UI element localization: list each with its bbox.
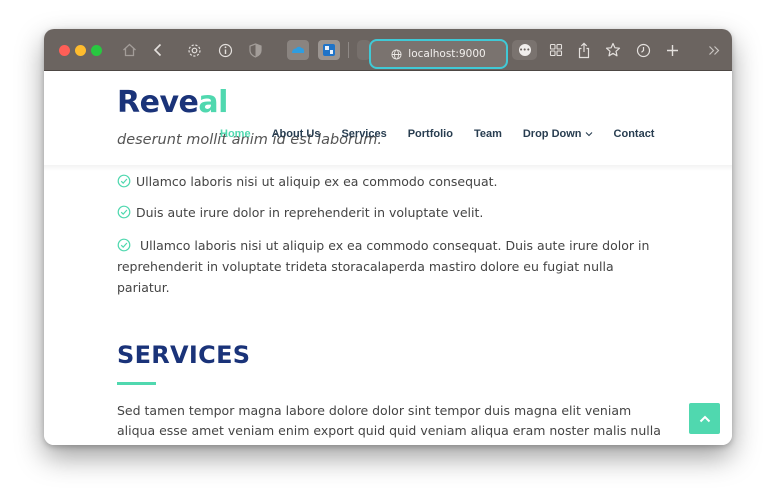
web-page: Reveal deserunt mollit anim id est labor… bbox=[44, 71, 732, 445]
check-circle-icon bbox=[117, 238, 131, 252]
more-icon[interactable]: ••• bbox=[512, 40, 537, 60]
checklist-text: Ullamco laboris nisi ut aliquip ex ea co… bbox=[117, 238, 650, 295]
minimize-window-button[interactable] bbox=[75, 45, 86, 56]
nav-home[interactable]: Home bbox=[220, 128, 251, 140]
check-circle-icon bbox=[117, 174, 131, 188]
cloud-extension-icon[interactable] bbox=[287, 40, 309, 60]
info-icon[interactable] bbox=[216, 39, 234, 61]
tab-overview-icon[interactable] bbox=[547, 39, 565, 61]
chevron-down-icon bbox=[585, 132, 592, 137]
chevron-double-right-icon[interactable] bbox=[706, 39, 722, 61]
blue-extension-icon[interactable] bbox=[318, 40, 340, 60]
toolbar-separator bbox=[348, 42, 349, 58]
nav-drop-down[interactable]: Drop Down bbox=[523, 128, 593, 140]
services-description: Sed tamen tempor magna labore dolore dol… bbox=[117, 403, 661, 445]
zoom-window-button[interactable] bbox=[91, 45, 102, 56]
services-heading: SERVICES bbox=[117, 341, 251, 369]
settings-icon[interactable] bbox=[185, 39, 203, 61]
close-window-button[interactable] bbox=[59, 45, 70, 56]
shield-icon[interactable] bbox=[246, 39, 264, 61]
nav-contact[interactable]: Contact bbox=[614, 128, 655, 140]
address-bar[interactable]: localhost:9000 bbox=[369, 39, 508, 69]
share-icon[interactable] bbox=[575, 39, 593, 61]
browser-toolbar: localhost:9000 ••• bbox=[44, 29, 732, 71]
bookmark-star-icon[interactable] bbox=[604, 39, 622, 61]
home-icon[interactable] bbox=[120, 39, 138, 61]
header-shadow bbox=[44, 165, 732, 171]
list-item: Ullamco laboris nisi ut aliquip ex ea co… bbox=[117, 173, 657, 191]
checklist-text: Ullamco laboris nisi ut aliquip ex ea co… bbox=[136, 174, 498, 189]
nav-drop-down-label: Drop Down bbox=[522, 128, 582, 140]
nav-portfolio[interactable]: Portfolio bbox=[408, 128, 453, 140]
history-clock-icon[interactable] bbox=[634, 39, 652, 61]
main-navigation: Home About Us Services Portfolio Team Dr… bbox=[220, 128, 654, 140]
nav-about-us[interactable]: About Us bbox=[272, 128, 321, 140]
chevron-up-icon bbox=[699, 415, 710, 422]
logo-accent-text: al bbox=[198, 85, 228, 120]
new-tab-plus-icon[interactable] bbox=[663, 39, 681, 61]
list-item: Ullamco laboris nisi ut aliquip ex ea co… bbox=[117, 235, 657, 298]
checklist-text: Duis aute irure dolor in reprehenderit i… bbox=[136, 205, 484, 220]
address-text: localhost:9000 bbox=[408, 48, 486, 60]
logo-main-text: Reve bbox=[117, 85, 199, 120]
nav-services[interactable]: Services bbox=[341, 128, 386, 140]
globe-icon bbox=[391, 48, 402, 60]
about-checklist: Ullamco laboris nisi ut aliquip ex ea co… bbox=[117, 173, 657, 311]
services-heading-underline bbox=[117, 382, 156, 385]
check-circle-icon bbox=[117, 205, 131, 219]
back-to-top-button[interactable] bbox=[689, 403, 720, 434]
browser-window: localhost:9000 ••• Reveal deserunt molli… bbox=[44, 29, 732, 445]
site-logo[interactable]: Reveal bbox=[117, 85, 228, 120]
nav-team[interactable]: Team bbox=[474, 128, 502, 140]
list-item: Duis aute irure dolor in reprehenderit i… bbox=[117, 204, 657, 222]
back-icon[interactable] bbox=[150, 39, 166, 61]
